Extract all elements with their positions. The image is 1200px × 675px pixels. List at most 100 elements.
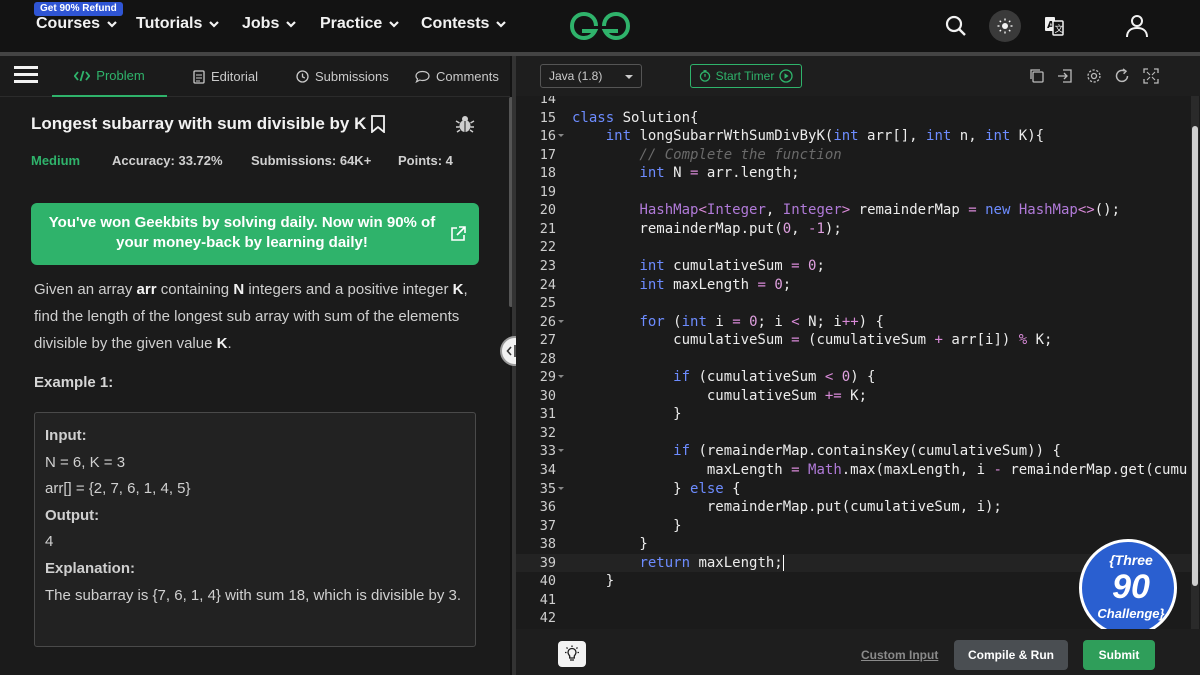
code-line[interactable]: 23 int cumulativeSum = 0;	[516, 257, 1200, 276]
fold-chevron-icon[interactable]	[558, 134, 564, 138]
reset-icon[interactable]	[1114, 68, 1130, 84]
refund-badge[interactable]: Get 90% Refund	[34, 2, 123, 16]
nav-jobs[interactable]: Jobs	[242, 15, 297, 33]
gfg-logo-icon[interactable]	[568, 10, 632, 42]
code-line[interactable]: 33 if (remainderMap.containsKey(cumulati…	[516, 442, 1200, 461]
code-line[interactable]: 15 class Solution{	[516, 109, 1200, 128]
code-text: return maxLength;	[639, 554, 784, 571]
code-line[interactable]: 30 cumulativeSum += K;	[516, 387, 1200, 406]
code-line[interactable]: 19	[516, 183, 1200, 202]
code-line[interactable]: 31 }	[516, 405, 1200, 424]
output-value: 4	[45, 533, 54, 551]
three-90-challenge-badge[interactable]: {Three 90 Challenge}	[1079, 539, 1177, 637]
hint-button[interactable]	[558, 641, 586, 667]
chevron-down-icon	[286, 21, 297, 28]
fold-chevron-icon[interactable]	[558, 449, 564, 453]
line-number: 41	[539, 591, 556, 608]
code-line[interactable]: 21 remainderMap.put(0, -1);	[516, 220, 1200, 239]
bookmark-icon[interactable]	[370, 115, 386, 133]
fold-chevron-icon[interactable]	[558, 375, 564, 379]
code-line[interactable]: 32	[516, 424, 1200, 443]
settings-gear-icon[interactable]	[1086, 68, 1102, 84]
code-line[interactable]: 29 if (cumulativeSum < 0) {	[516, 368, 1200, 387]
tab-submissions[interactable]: Submissions	[296, 56, 389, 97]
tab-editorial[interactable]: Editorial	[193, 56, 258, 97]
start-timer-button[interactable]: Start Timer	[690, 64, 802, 88]
code-text: remainderMap.put(cumulativeSum, i);	[572, 499, 1002, 516]
submit-button[interactable]: Submit	[1083, 640, 1155, 670]
compile-run-button[interactable]: Compile & Run	[954, 640, 1068, 670]
nav-practice[interactable]: Practice	[320, 15, 400, 33]
code-text: }	[572, 536, 648, 553]
lightbulb-icon	[565, 645, 579, 661]
code-text: // Complete the function	[572, 146, 842, 163]
line-number: 17	[539, 146, 556, 163]
user-profile-button[interactable]	[1121, 10, 1153, 42]
code-line[interactable]: 27 cumulativeSum = (cumulativeSum + arr[…	[516, 331, 1200, 350]
code-text: int N = arr.length;	[639, 165, 800, 182]
output-label: Output:	[45, 506, 100, 524]
chevron-down-icon	[209, 21, 220, 28]
code-line[interactable]: 18 int N = arr.length;	[516, 164, 1200, 183]
search-icon	[945, 15, 966, 36]
code-text: HashMap<Integer, Integer> remainderMap =…	[639, 202, 1121, 219]
code-line[interactable]: 28	[516, 350, 1200, 369]
nav-label: Tutorials	[136, 15, 203, 32]
fold-chevron-icon[interactable]	[558, 319, 564, 323]
explanation-label: Explanation:	[45, 559, 136, 577]
code-text: remainderMap.put(0, -1);	[572, 220, 842, 237]
problem-pane: Problem Editorial Submissions Comments L…	[0, 56, 513, 675]
code-line[interactable]: 24 int maxLength = 0;	[516, 276, 1200, 295]
chevron-down-icon	[496, 21, 507, 28]
desc-bold: N	[233, 281, 245, 298]
tab-comments[interactable]: Comments	[415, 56, 499, 97]
editor-scrollbar-thumb[interactable]	[1192, 126, 1198, 586]
copy-icon[interactable]	[1029, 68, 1045, 84]
code-line[interactable]: 16 int longSubarrWthSumDivByK(int arr[],…	[516, 127, 1200, 146]
theme-toggle-button[interactable]	[989, 10, 1021, 42]
code-text: maxLength = Math.max(maxLength, i - rema…	[572, 462, 1188, 478]
code-line[interactable]: 20 HashMap<Integer, Integer> remainderMa…	[516, 201, 1200, 220]
search-button[interactable]	[940, 10, 972, 42]
bug-report-icon[interactable]	[455, 114, 475, 134]
code-line[interactable]: 35 } else {	[516, 480, 1200, 499]
code-line[interactable]: 37 }	[516, 517, 1200, 536]
language-value: Java (1.8)	[549, 69, 603, 83]
line-number: 23	[539, 257, 556, 274]
line-number: 25	[539, 295, 556, 312]
tab-label: Editorial	[211, 69, 258, 84]
desc-text: Given an array	[34, 281, 137, 298]
code-line[interactable]: 14	[516, 96, 1200, 109]
line-number: 39	[539, 554, 556, 571]
timer-label: Start Timer	[715, 69, 775, 83]
language-select[interactable]: Java (1.8)	[540, 64, 642, 88]
code-line[interactable]: 26 for (int i = 0; i < N; i++) {	[516, 313, 1200, 332]
external-link-icon[interactable]	[449, 225, 467, 243]
line-number: 27	[539, 332, 556, 349]
import-icon[interactable]	[1057, 68, 1073, 84]
nav-contests[interactable]: Contests	[421, 15, 507, 33]
code-line[interactable]: 25	[516, 294, 1200, 313]
code-line[interactable]: 36 remainderMap.put(cumulativeSum, i);	[516, 498, 1200, 517]
desc-bold: arr	[136, 281, 157, 298]
code-line[interactable]: 17 // Complete the function	[516, 146, 1200, 165]
translate-button[interactable]: A文	[1038, 10, 1070, 42]
line-number: 38	[539, 536, 556, 553]
example-title: Example 1:	[34, 374, 114, 391]
code-line[interactable]: 22	[516, 238, 1200, 257]
hamburger-menu-icon[interactable]	[14, 64, 38, 86]
code-line[interactable]: 34 maxLength = Math.max(maxLength, i - r…	[516, 461, 1200, 480]
custom-input-link[interactable]: Custom Input	[861, 648, 938, 662]
line-number: 29	[539, 369, 556, 386]
fullscreen-icon[interactable]	[1143, 68, 1159, 84]
editor-bottom-bar: Custom Input Compile & Run Submit	[516, 629, 1200, 675]
code-text: }	[572, 517, 682, 534]
fold-chevron-icon[interactable]	[558, 486, 564, 490]
line-number: 26	[539, 313, 556, 330]
nav-tutorials[interactable]: Tutorials	[136, 15, 220, 33]
tab-problem[interactable]: Problem	[52, 56, 167, 97]
nav-label: Practice	[320, 15, 383, 32]
document-icon	[193, 69, 205, 84]
nav-courses[interactable]: Courses	[36, 15, 118, 33]
geekbits-promo-banner[interactable]: You've won Geekbits by solving daily. No…	[31, 203, 479, 265]
